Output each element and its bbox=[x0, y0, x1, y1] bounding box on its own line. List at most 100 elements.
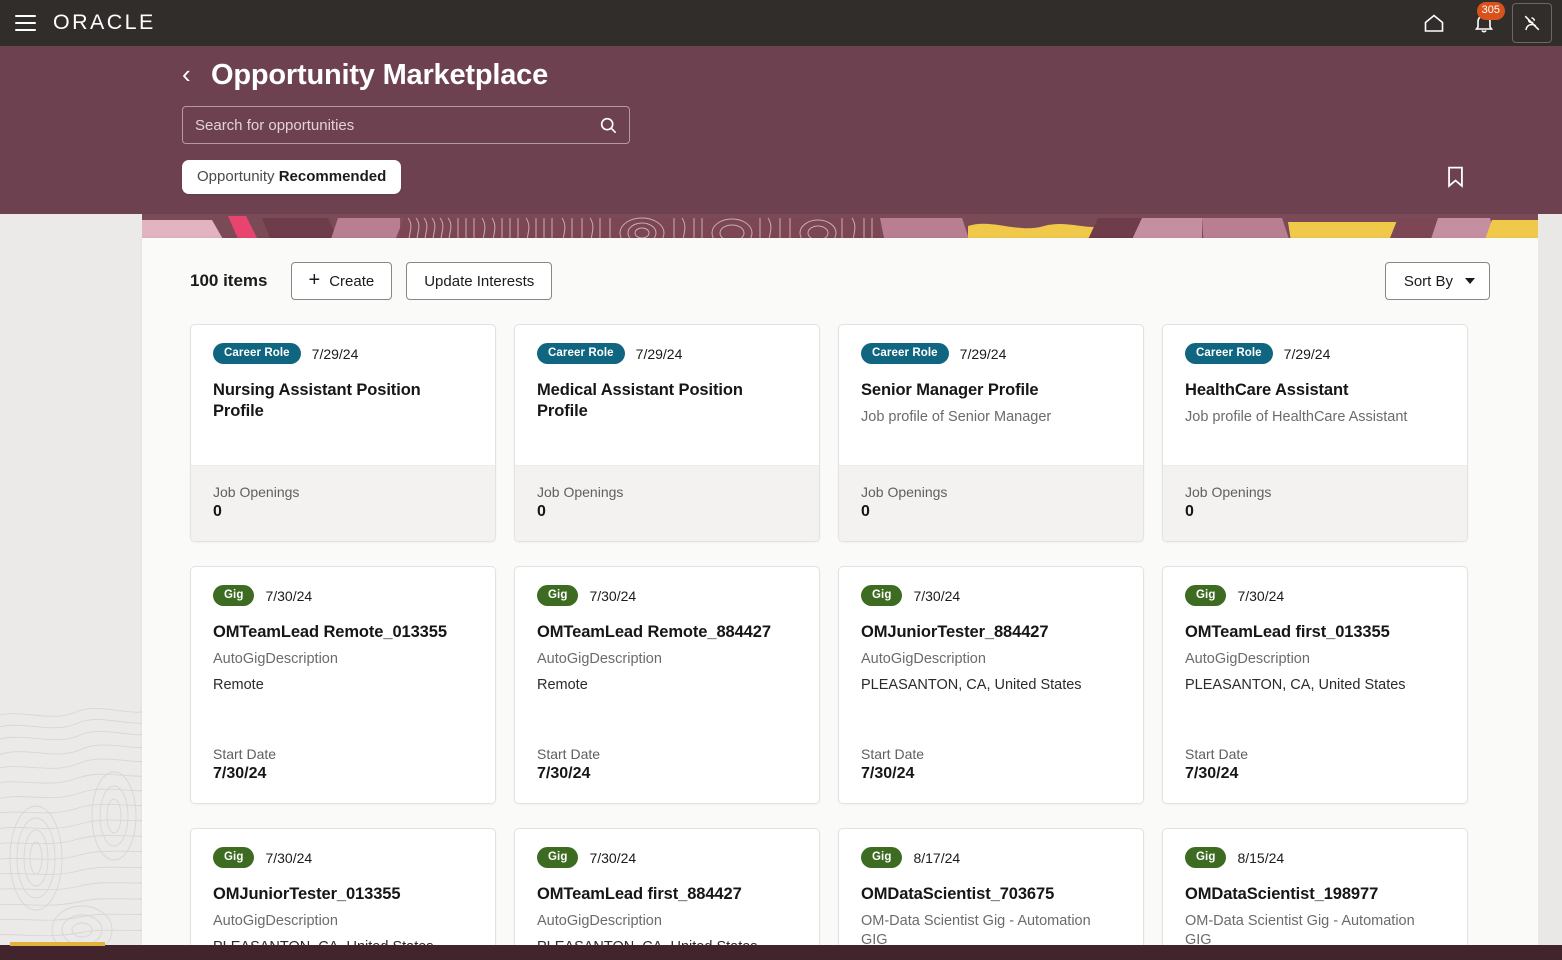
card-meta-row: Gig 8/17/24 bbox=[861, 847, 1121, 869]
background-left-panel bbox=[0, 214, 142, 960]
card-meta-row: Gig 7/30/24 bbox=[1185, 585, 1445, 607]
card-date: 7/30/24 bbox=[265, 587, 313, 604]
card-location: Remote bbox=[537, 676, 588, 693]
opportunity-card[interactable]: Career Role 7/29/24 HealthCare Assistant… bbox=[1162, 324, 1468, 542]
oracle-logo: ORACLE bbox=[52, 11, 156, 34]
card-title[interactable]: Nursing Assistant Position Profile bbox=[213, 380, 473, 421]
page-title-row: ‹ Opportunity Marketplace bbox=[182, 59, 1562, 92]
tab-opportunity-recommended[interactable]: Opportunity Recommended bbox=[182, 160, 402, 194]
opportunity-card[interactable]: Gig 7/30/24 OMTeamLead first_013355 Auto… bbox=[1162, 566, 1468, 804]
opportunity-card[interactable]: Career Role 7/29/24 Senior Manager Profi… bbox=[838, 324, 1144, 542]
page-title: Opportunity Marketplace bbox=[211, 59, 549, 91]
card-top-section: Gig 8/17/24 OMDataScientist_703675 OM-Da… bbox=[839, 829, 1143, 960]
card-top-section: Gig 7/30/24 OMTeamLead Remote_884427 Aut… bbox=[515, 567, 819, 746]
card-type-badge: Gig bbox=[1185, 585, 1227, 607]
card-title[interactable]: OMDataScientist_198977 bbox=[1185, 884, 1445, 905]
card-title[interactable]: Senior Manager Profile bbox=[861, 380, 1121, 401]
opportunity-card[interactable]: Gig 8/15/24 OMDataScientist_198977 OM-Da… bbox=[1162, 828, 1468, 960]
create-button[interactable]: + Create bbox=[290, 262, 393, 300]
card-footer-label: Job Openings bbox=[1185, 484, 1272, 500]
card-footer-value: 0 bbox=[213, 503, 222, 520]
opportunity-card[interactable]: Gig 8/17/24 OMDataScientist_703675 OM-Da… bbox=[838, 828, 1144, 960]
card-meta-row: Career Role 7/29/24 bbox=[213, 343, 473, 365]
card-subtitle: AutoGigDescription bbox=[537, 651, 662, 667]
card-type-badge: Gig bbox=[213, 585, 255, 607]
bookmark-icon[interactable] bbox=[1438, 160, 1472, 194]
panel-right-gutter bbox=[1538, 214, 1562, 960]
card-footer-label: Job Openings bbox=[861, 484, 948, 500]
card-subtitle: AutoGigDescription bbox=[1185, 651, 1310, 667]
card-footer-value: 7/30/24 bbox=[213, 765, 267, 782]
card-footer-value: 0 bbox=[1185, 503, 1194, 520]
card-top-section: Gig 8/15/24 OMDataScientist_198977 OM-Da… bbox=[1163, 829, 1467, 960]
home-icon[interactable] bbox=[1412, 3, 1456, 43]
search-input[interactable] bbox=[183, 116, 587, 134]
card-meta-row: Gig 7/30/24 bbox=[537, 847, 797, 869]
card-meta-row: Gig 7/30/24 bbox=[861, 585, 1121, 607]
card-meta-row: Gig 7/30/24 bbox=[213, 585, 473, 607]
page-header: ‹ Opportunity Marketplace Opportunity Re… bbox=[0, 46, 1562, 214]
app-root: ORACLE 305 ‹ Opportunity Marketplace Sea… bbox=[0, 0, 1562, 960]
card-footer-label: Job Openings bbox=[537, 484, 624, 500]
back-chevron-icon[interactable]: ‹ bbox=[182, 61, 198, 87]
card-top-section: Career Role 7/29/24 Nursing Assistant Po… bbox=[191, 325, 495, 465]
card-type-badge: Career Role bbox=[537, 343, 625, 365]
hamburger-icon[interactable] bbox=[8, 6, 42, 40]
topbar-icons: 305 bbox=[1412, 2, 1552, 43]
card-title[interactable]: OMTeamLead Remote_013355 bbox=[213, 622, 473, 643]
card-meta-row: Gig 8/15/24 bbox=[1185, 847, 1445, 869]
tab-selected-label: Recommended bbox=[278, 168, 387, 185]
opportunity-card[interactable]: Career Role 7/29/24 Nursing Assistant Po… bbox=[190, 324, 496, 542]
card-type-badge: Gig bbox=[213, 847, 255, 869]
notifications-bell-icon[interactable]: 305 bbox=[1462, 2, 1506, 43]
card-location: Remote bbox=[213, 676, 264, 693]
opportunity-card[interactable]: Gig 7/30/24 OMTeamLead Remote_884427 Aut… bbox=[514, 566, 820, 804]
card-footer-section: Start Date 7/30/24 bbox=[1163, 746, 1467, 803]
card-meta-row: Career Role 7/29/24 bbox=[537, 343, 797, 365]
card-type-badge: Career Role bbox=[1185, 343, 1273, 365]
card-type-badge: Gig bbox=[1185, 847, 1227, 869]
update-interests-button[interactable]: Update Interests bbox=[406, 262, 553, 300]
card-meta-row: Gig 7/30/24 bbox=[537, 585, 797, 607]
card-title[interactable]: OMJuniorTester_884427 bbox=[861, 622, 1121, 643]
card-top-section: Gig 7/30/24 OMJuniorTester_013355 AutoGi… bbox=[191, 829, 495, 960]
card-footer-label: Start Date bbox=[213, 746, 277, 762]
card-type-badge: Gig bbox=[861, 585, 903, 607]
card-meta-row: Career Role 7/29/24 bbox=[861, 343, 1121, 365]
opportunity-card[interactable]: Gig 7/30/24 OMJuniorTester_884427 AutoGi… bbox=[838, 566, 1144, 804]
card-date: 8/17/24 bbox=[913, 849, 961, 866]
card-date: 7/29/24 bbox=[1283, 345, 1331, 362]
card-title[interactable]: Medical Assistant Position Profile bbox=[537, 380, 797, 421]
card-title[interactable]: OMTeamLead first_884427 bbox=[537, 884, 797, 905]
chevron-down-icon bbox=[1465, 278, 1475, 284]
items-count-label: 100 items bbox=[190, 271, 268, 290]
topographic-pattern-decoration bbox=[0, 708, 142, 955]
card-footer-value: 7/30/24 bbox=[861, 765, 915, 782]
search-icon[interactable] bbox=[587, 107, 629, 143]
sort-by-button[interactable]: Sort By bbox=[1384, 262, 1490, 300]
opportunities-panel: 100 items + Create Update Interests Sort… bbox=[142, 238, 1538, 960]
card-subtitle: AutoGigDescription bbox=[537, 913, 662, 929]
opportunity-card[interactable]: Career Role 7/29/24 Medical Assistant Po… bbox=[514, 324, 820, 542]
user-unavailable-icon[interactable] bbox=[1512, 3, 1552, 43]
card-top-section: Gig 7/30/24 OMJuniorTester_884427 AutoGi… bbox=[839, 567, 1143, 746]
card-title[interactable]: OMDataScientist_703675 bbox=[861, 884, 1121, 905]
bottom-accent-bar bbox=[0, 942, 1562, 960]
card-title[interactable]: OMJuniorTester_013355 bbox=[213, 884, 473, 905]
card-footer-label: Start Date bbox=[1185, 746, 1249, 762]
opportunity-card[interactable]: Gig 7/30/24 OMTeamLead first_884427 Auto… bbox=[514, 828, 820, 960]
card-top-section: Career Role 7/29/24 Senior Manager Profi… bbox=[839, 325, 1143, 465]
opportunity-card[interactable]: Gig 7/30/24 OMTeamLead Remote_013355 Aut… bbox=[190, 566, 496, 804]
create-button-label: Create bbox=[329, 272, 375, 290]
card-footer-label: Start Date bbox=[537, 746, 601, 762]
card-footer-value: 0 bbox=[537, 503, 546, 520]
card-subtitle: AutoGigDescription bbox=[213, 913, 338, 929]
card-title[interactable]: OMTeamLead first_013355 bbox=[1185, 622, 1445, 643]
update-interests-label: Update Interests bbox=[424, 272, 535, 290]
card-date: 7/30/24 bbox=[589, 587, 637, 604]
card-title[interactable]: OMTeamLead Remote_884427 bbox=[537, 622, 797, 643]
card-date: 7/29/24 bbox=[311, 345, 359, 362]
card-title[interactable]: HealthCare Assistant bbox=[1185, 380, 1445, 401]
card-top-section: Career Role 7/29/24 Medical Assistant Po… bbox=[515, 325, 819, 465]
opportunity-card[interactable]: Gig 7/30/24 OMJuniorTester_013355 AutoGi… bbox=[190, 828, 496, 960]
